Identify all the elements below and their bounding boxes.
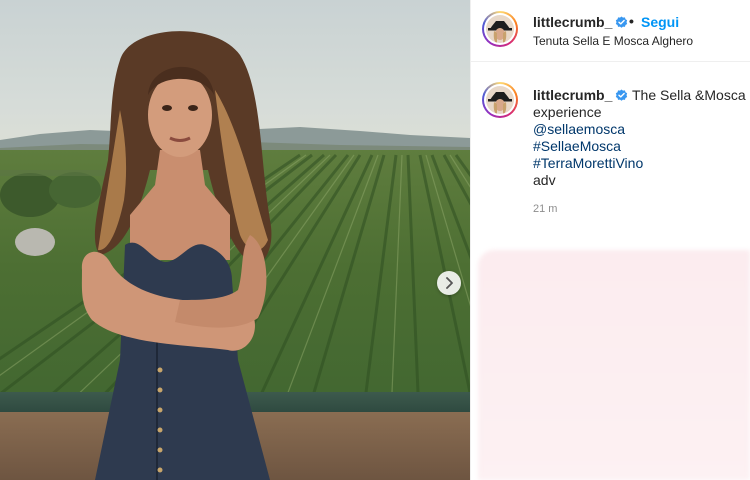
verified-badge-icon: [616, 16, 628, 28]
follow-button[interactable]: Segui: [641, 14, 679, 30]
chevron-right-icon: [446, 277, 453, 289]
profile-picture: [486, 15, 514, 43]
mention-link[interactable]: @sellaemosca: [533, 121, 745, 138]
caption-first-line: littlecrumb_ The Sella &Mosca: [533, 87, 746, 104]
caption-text: littlecrumb_ The Sella &Mosca experience…: [533, 87, 746, 189]
caption-username[interactable]: littlecrumb_: [533, 87, 612, 103]
caption-avatar[interactable]: [482, 82, 518, 118]
woman-figure: [81, 31, 272, 480]
caption-tail: adv: [533, 172, 556, 188]
blurred-comments-area: [478, 250, 750, 480]
hashtag-link[interactable]: #SellaeMosca: [533, 138, 745, 155]
post-caption: littlecrumb_ The Sella &Mosca experience…: [471, 62, 750, 232]
post-photo[interactable]: [0, 0, 470, 480]
post-username-row: littlecrumb_: [533, 14, 628, 32]
post-timestamp[interactable]: 21 m: [533, 203, 557, 215]
verified-badge-icon: [616, 89, 628, 101]
hashtag-link[interactable]: #TerraMorettiVino: [533, 155, 745, 172]
separator-dot: •: [629, 13, 634, 29]
avatar[interactable]: [482, 11, 518, 47]
profile-picture: [486, 86, 514, 114]
post-username[interactable]: littlecrumb_: [533, 14, 612, 30]
caption-line-2: experience: [533, 104, 602, 120]
next-photo-button[interactable]: [437, 271, 461, 295]
caption-line-1: The Sella &Mosca: [632, 87, 746, 103]
post-header: littlecrumb_ • Segui Tenuta Sella E Mosc…: [471, 0, 750, 62]
post-location[interactable]: Tenuta Sella E Mosca Alghero: [533, 34, 693, 48]
